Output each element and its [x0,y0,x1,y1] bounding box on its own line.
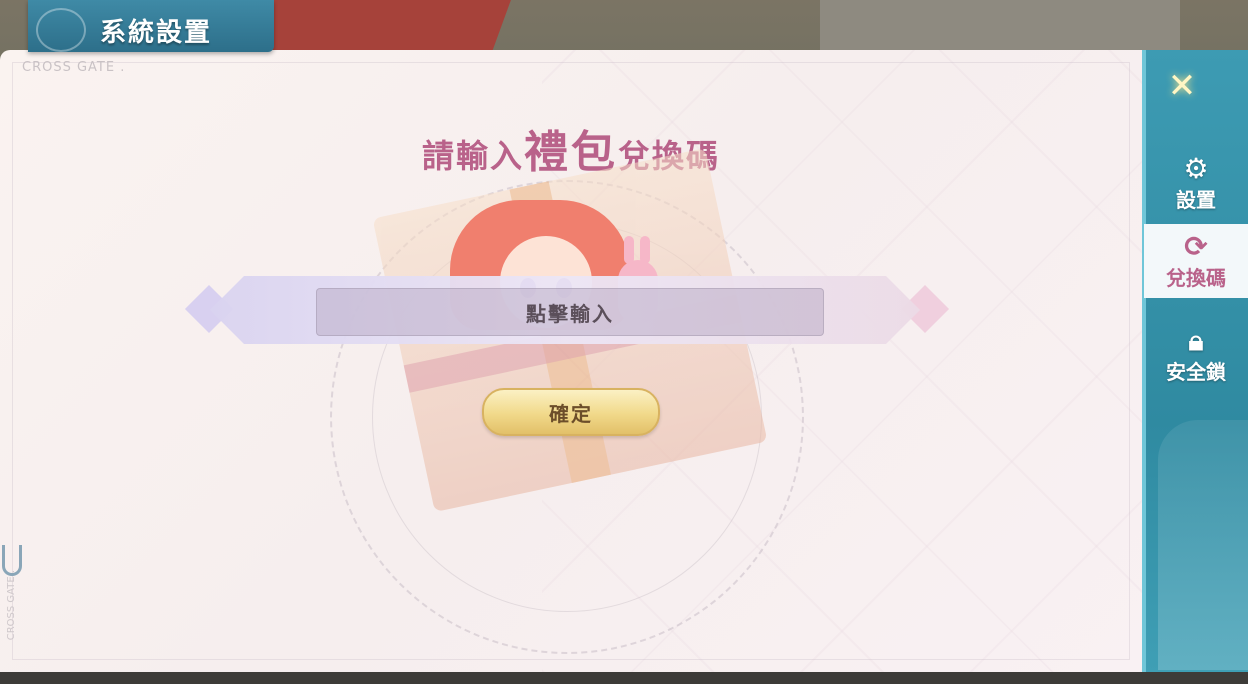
heading-prefix: 請輸入 [421,137,524,175]
page-title: 系統設置 [100,18,213,48]
sidebar-item-label: 兌換碼 [1166,265,1226,290]
lock-icon: 🔒︎ [1188,323,1204,357]
sidebar-item-lock[interactable]: 🔒︎ 安全鎖 [1144,318,1248,392]
settings-header-tab: 系統設置 [28,0,274,52]
redeem-panel: CROSS GATE . CROSS GATE . 請輸入禮包兌換碼 [0,50,1142,672]
watermark-vertical-text: CROSS GATE . [6,570,17,641]
redeem-heading: 請輸入禮包兌換碼 [0,116,1142,180]
watermark-text: CROSS GATE . [22,60,126,75]
heading-emphasis: 禮包 [524,127,618,178]
sidebar-item-label: 安全鎖 [1166,359,1226,384]
header-ornament-icon [36,8,86,52]
redeem-code-input[interactable]: 點擊輸入 [316,288,824,336]
sidebar-character-art [1158,420,1248,670]
sidebar-item-settings[interactable]: ⚙ 設置 [1144,146,1248,220]
sidebar-item-redeem[interactable]: ⟳ 兌換碼 [1144,224,1248,298]
confirm-button[interactable]: 確定 [482,388,660,436]
gear-icon: ⚙ [1183,151,1209,185]
close-x-icon: ✕ [1167,66,1197,106]
sidebar-item-label: 設置 [1176,187,1216,212]
close-button[interactable]: ✕ [1160,64,1204,108]
redeem-icon: ⟳ [1184,229,1208,263]
hook-icon [2,545,22,576]
heading-suffix: 兌換碼 [618,137,721,175]
